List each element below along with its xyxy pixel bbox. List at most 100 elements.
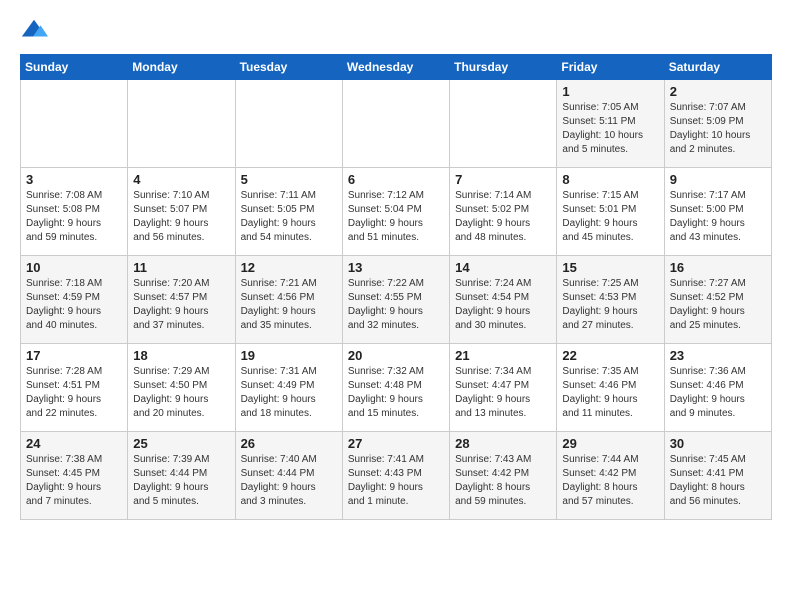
day-info: Sunrise: 7:31 AMSunset: 4:49 PMDaylight:… xyxy=(241,365,337,421)
calendar-week-row: 1 Sunrise: 7:05 AMSunset: 5:11 PMDaylight… xyxy=(21,80,772,168)
day-number: 20 xyxy=(348,348,444,363)
day-info: Sunrise: 7:36 AMSunset: 4:46 PMDaylight:… xyxy=(670,365,766,421)
logo xyxy=(20,16,52,44)
day-info: Sunrise: 7:05 AMSunset: 5:11 PMDaylight:… xyxy=(562,101,658,157)
day-number: 11 xyxy=(133,260,229,275)
day-info: Sunrise: 7:35 AMSunset: 4:46 PMDaylight:… xyxy=(562,365,658,421)
calendar-cell xyxy=(342,80,449,168)
day-info: Sunrise: 7:22 AMSunset: 4:55 PMDaylight:… xyxy=(348,277,444,333)
calendar-cell: 14 Sunrise: 7:24 AMSunset: 4:54 PMDayligh… xyxy=(450,256,557,344)
calendar-week-row: 24 Sunrise: 7:38 AMSunset: 4:45 PMDayligh… xyxy=(21,432,772,520)
calendar-cell: 23Sunrise: 7:36 AMSunset: 4:46 PMDayligh… xyxy=(664,344,771,432)
logo-icon xyxy=(20,16,48,44)
day-info: Sunrise: 7:41 AMSunset: 4:43 PMDaylight:… xyxy=(348,453,444,509)
weekday-header: Tuesday xyxy=(235,55,342,80)
day-number: 7 xyxy=(455,172,551,187)
day-info: Sunrise: 7:43 AMSunset: 4:42 PMDaylight:… xyxy=(455,453,551,509)
calendar-cell: 3Sunrise: 7:08 AMSunset: 5:08 PMDaylight… xyxy=(21,168,128,256)
day-info: Sunrise: 7:14 AMSunset: 5:02 PMDaylight:… xyxy=(455,189,551,245)
day-info: Sunrise: 7:11 AMSunset: 5:05 PMDaylight:… xyxy=(241,189,337,245)
calendar-cell: 28 Sunrise: 7:43 AMSunset: 4:42 PMDayligh… xyxy=(450,432,557,520)
calendar-cell: 9Sunrise: 7:17 AMSunset: 5:00 PMDaylight… xyxy=(664,168,771,256)
day-number: 8 xyxy=(562,172,658,187)
calendar-cell: 26 Sunrise: 7:40 AMSunset: 4:44 PMDayligh… xyxy=(235,432,342,520)
calendar-week-row: 10 Sunrise: 7:18 AMSunset: 4:59 PMDayligh… xyxy=(21,256,772,344)
day-info: Sunrise: 7:15 AMSunset: 5:01 PMDaylight:… xyxy=(562,189,658,245)
calendar-cell: 29Sunrise: 7:44 AMSunset: 4:42 PMDayligh… xyxy=(557,432,664,520)
day-number: 10 xyxy=(26,260,122,275)
header xyxy=(20,16,772,44)
day-number: 6 xyxy=(348,172,444,187)
weekday-header: Sunday xyxy=(21,55,128,80)
day-info: Sunrise: 7:25 AMSunset: 4:53 PMDaylight:… xyxy=(562,277,658,333)
day-number: 16 xyxy=(670,260,766,275)
calendar-cell: 8 Sunrise: 7:15 AMSunset: 5:01 PMDaylight… xyxy=(557,168,664,256)
day-number: 22 xyxy=(562,348,658,363)
day-number: 21 xyxy=(455,348,551,363)
calendar-cell: 30Sunrise: 7:45 AMSunset: 4:41 PMDayligh… xyxy=(664,432,771,520)
calendar-cell: 5 Sunrise: 7:11 AMSunset: 5:05 PMDaylight… xyxy=(235,168,342,256)
calendar-page: SundayMondayTuesdayWednesdayThursdayFrid… xyxy=(0,0,792,612)
day-info: Sunrise: 7:34 AMSunset: 4:47 PMDaylight:… xyxy=(455,365,551,421)
calendar-cell: 4 Sunrise: 7:10 AMSunset: 5:07 PMDaylight… xyxy=(128,168,235,256)
day-number: 30 xyxy=(670,436,766,451)
calendar-table: SundayMondayTuesdayWednesdayThursdayFrid… xyxy=(20,54,772,520)
day-number: 19 xyxy=(241,348,337,363)
calendar-cell: 24 Sunrise: 7:38 AMSunset: 4:45 PMDayligh… xyxy=(21,432,128,520)
day-info: Sunrise: 7:24 AMSunset: 4:54 PMDaylight:… xyxy=(455,277,551,333)
day-info: Sunrise: 7:40 AMSunset: 4:44 PMDaylight:… xyxy=(241,453,337,509)
calendar-cell: 7 Sunrise: 7:14 AMSunset: 5:02 PMDaylight… xyxy=(450,168,557,256)
calendar-cell: 1 Sunrise: 7:05 AMSunset: 5:11 PMDaylight… xyxy=(557,80,664,168)
calendar-cell: 18Sunrise: 7:29 AMSunset: 4:50 PMDayligh… xyxy=(128,344,235,432)
weekday-header: Thursday xyxy=(450,55,557,80)
day-info: Sunrise: 7:18 AMSunset: 4:59 PMDaylight:… xyxy=(26,277,122,333)
day-info: Sunrise: 7:17 AMSunset: 5:00 PMDaylight:… xyxy=(670,189,766,245)
day-info: Sunrise: 7:07 AMSunset: 5:09 PMDaylight:… xyxy=(670,101,766,157)
calendar-cell: 20 Sunrise: 7:32 AMSunset: 4:48 PMDayligh… xyxy=(342,344,449,432)
weekday-header-row: SundayMondayTuesdayWednesdayThursdayFrid… xyxy=(21,55,772,80)
calendar-cell: 6Sunrise: 7:12 AMSunset: 5:04 PMDaylight… xyxy=(342,168,449,256)
day-info: Sunrise: 7:08 AMSunset: 5:08 PMDaylight:… xyxy=(26,189,122,245)
calendar-cell: 27 Sunrise: 7:41 AMSunset: 4:43 PMDayligh… xyxy=(342,432,449,520)
calendar-cell: 25 Sunrise: 7:39 AMSunset: 4:44 PMDayligh… xyxy=(128,432,235,520)
calendar-cell: 11 Sunrise: 7:20 AMSunset: 4:57 PMDayligh… xyxy=(128,256,235,344)
calendar-cell xyxy=(21,80,128,168)
day-number: 2 xyxy=(670,84,766,99)
day-number: 27 xyxy=(348,436,444,451)
day-number: 12 xyxy=(241,260,337,275)
day-info: Sunrise: 7:27 AMSunset: 4:52 PMDaylight:… xyxy=(670,277,766,333)
calendar-cell: 16 Sunrise: 7:27 AMSunset: 4:52 PMDayligh… xyxy=(664,256,771,344)
day-info: Sunrise: 7:39 AMSunset: 4:44 PMDaylight:… xyxy=(133,453,229,509)
day-info: Sunrise: 7:44 AMSunset: 4:42 PMDaylight:… xyxy=(562,453,658,509)
calendar-cell: 2 Sunrise: 7:07 AMSunset: 5:09 PMDaylight… xyxy=(664,80,771,168)
calendar-cell xyxy=(128,80,235,168)
day-number: 4 xyxy=(133,172,229,187)
day-info: Sunrise: 7:10 AMSunset: 5:07 PMDaylight:… xyxy=(133,189,229,245)
day-info: Sunrise: 7:21 AMSunset: 4:56 PMDaylight:… xyxy=(241,277,337,333)
day-number: 18 xyxy=(133,348,229,363)
calendar-cell: 12 Sunrise: 7:21 AMSunset: 4:56 PMDayligh… xyxy=(235,256,342,344)
calendar-cell xyxy=(235,80,342,168)
day-number: 28 xyxy=(455,436,551,451)
day-number: 25 xyxy=(133,436,229,451)
calendar-cell xyxy=(450,80,557,168)
weekday-header: Wednesday xyxy=(342,55,449,80)
day-number: 26 xyxy=(241,436,337,451)
calendar-cell: 17 Sunrise: 7:28 AMSunset: 4:51 PMDayligh… xyxy=(21,344,128,432)
weekday-header: Friday xyxy=(557,55,664,80)
day-info: Sunrise: 7:32 AMSunset: 4:48 PMDaylight:… xyxy=(348,365,444,421)
day-info: Sunrise: 7:38 AMSunset: 4:45 PMDaylight:… xyxy=(26,453,122,509)
day-info: Sunrise: 7:28 AMSunset: 4:51 PMDaylight:… xyxy=(26,365,122,421)
calendar-week-row: 17 Sunrise: 7:28 AMSunset: 4:51 PMDayligh… xyxy=(21,344,772,432)
calendar-cell: 19 Sunrise: 7:31 AMSunset: 4:49 PMDayligh… xyxy=(235,344,342,432)
day-number: 1 xyxy=(562,84,658,99)
calendar-cell: 10 Sunrise: 7:18 AMSunset: 4:59 PMDayligh… xyxy=(21,256,128,344)
calendar-cell: 15Sunrise: 7:25 AMSunset: 4:53 PMDayligh… xyxy=(557,256,664,344)
weekday-header: Saturday xyxy=(664,55,771,80)
day-number: 14 xyxy=(455,260,551,275)
calendar-cell: 13Sunrise: 7:22 AMSunset: 4:55 PMDayligh… xyxy=(342,256,449,344)
day-number: 24 xyxy=(26,436,122,451)
day-number: 5 xyxy=(241,172,337,187)
day-info: Sunrise: 7:20 AMSunset: 4:57 PMDaylight:… xyxy=(133,277,229,333)
day-number: 17 xyxy=(26,348,122,363)
